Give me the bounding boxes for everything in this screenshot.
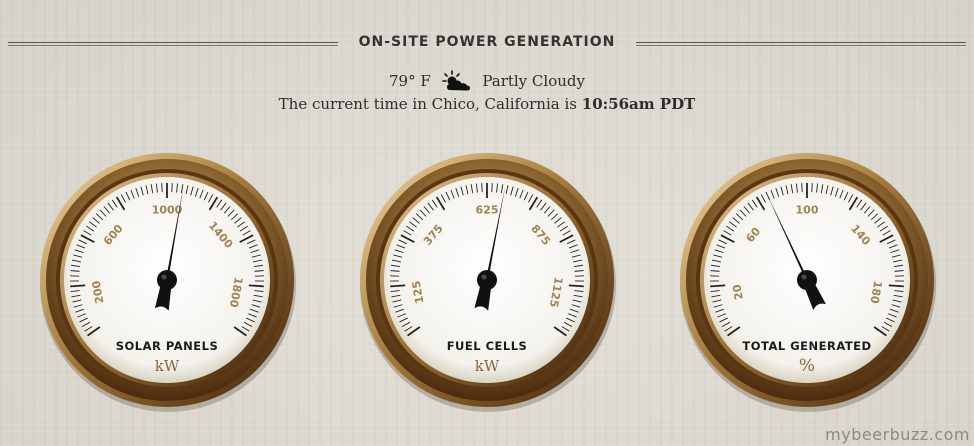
gauge-unit: kW bbox=[155, 357, 180, 375]
watermark: mybeerbuzz.com bbox=[825, 425, 970, 444]
partly-cloudy-icon bbox=[441, 70, 470, 91]
gauge-label: FUEL CELLS bbox=[447, 339, 528, 353]
needle-hub bbox=[477, 270, 497, 290]
gauge-unit: kW bbox=[475, 357, 500, 375]
header-rule-right bbox=[636, 42, 966, 46]
gauge-label: TOTAL GENERATED bbox=[742, 339, 871, 353]
header-rule-left bbox=[8, 42, 338, 46]
gauge-unit: % bbox=[799, 356, 815, 376]
weather-line: 79° F Partly Cloudy bbox=[0, 70, 974, 92]
gauge-tick-label: 1000 bbox=[152, 204, 183, 217]
needle-hub bbox=[797, 270, 817, 290]
gauge-tick bbox=[70, 284, 86, 288]
solar-gauge-svg: 200600100014001800 SOLAR PANELS kW bbox=[40, 153, 296, 412]
gauge-tick-label: 100 bbox=[796, 204, 819, 217]
total-gauge-svg: 2060100140180 TOTAL GENERATED % bbox=[680, 153, 936, 412]
weather-condition: Partly Cloudy bbox=[482, 72, 585, 90]
gauge-tick-label: 625 bbox=[476, 204, 499, 217]
gauge-tick-label: 20 bbox=[730, 283, 746, 301]
temperature: 79° F bbox=[389, 72, 431, 90]
gauge-tick bbox=[390, 284, 406, 288]
gauge-tick bbox=[888, 284, 904, 288]
section-title: ON-SITE POWER GENERATION bbox=[358, 34, 616, 50]
time-prefix: The current time in Chico, California is bbox=[278, 95, 577, 113]
gauge-label: SOLAR PANELS bbox=[116, 339, 219, 353]
gauge-tick bbox=[710, 284, 726, 288]
current-time-line: The current time in Chico, California is… bbox=[0, 95, 974, 113]
section-header: ON-SITE POWER GENERATION bbox=[0, 34, 974, 54]
time-value: 10:56am PDT bbox=[581, 95, 696, 113]
gauge-tick bbox=[248, 284, 264, 288]
gauge-solar-panels: 200 600 1000 1400 1800 SOLAR PANELS kW bbox=[37, 148, 297, 412]
gauge-fuel-cells: 125 375 625 875 1125 FUEL CELLS kW bbox=[357, 148, 617, 412]
fuel-gauge-svg: 1253756258751125 FUEL CELLS kW bbox=[360, 153, 616, 412]
needle-hub bbox=[157, 270, 177, 290]
gauge-total-generated: 20 60 100 140 180 TOTAL GENERATED % bbox=[677, 148, 937, 412]
gauge-tick bbox=[568, 284, 584, 288]
